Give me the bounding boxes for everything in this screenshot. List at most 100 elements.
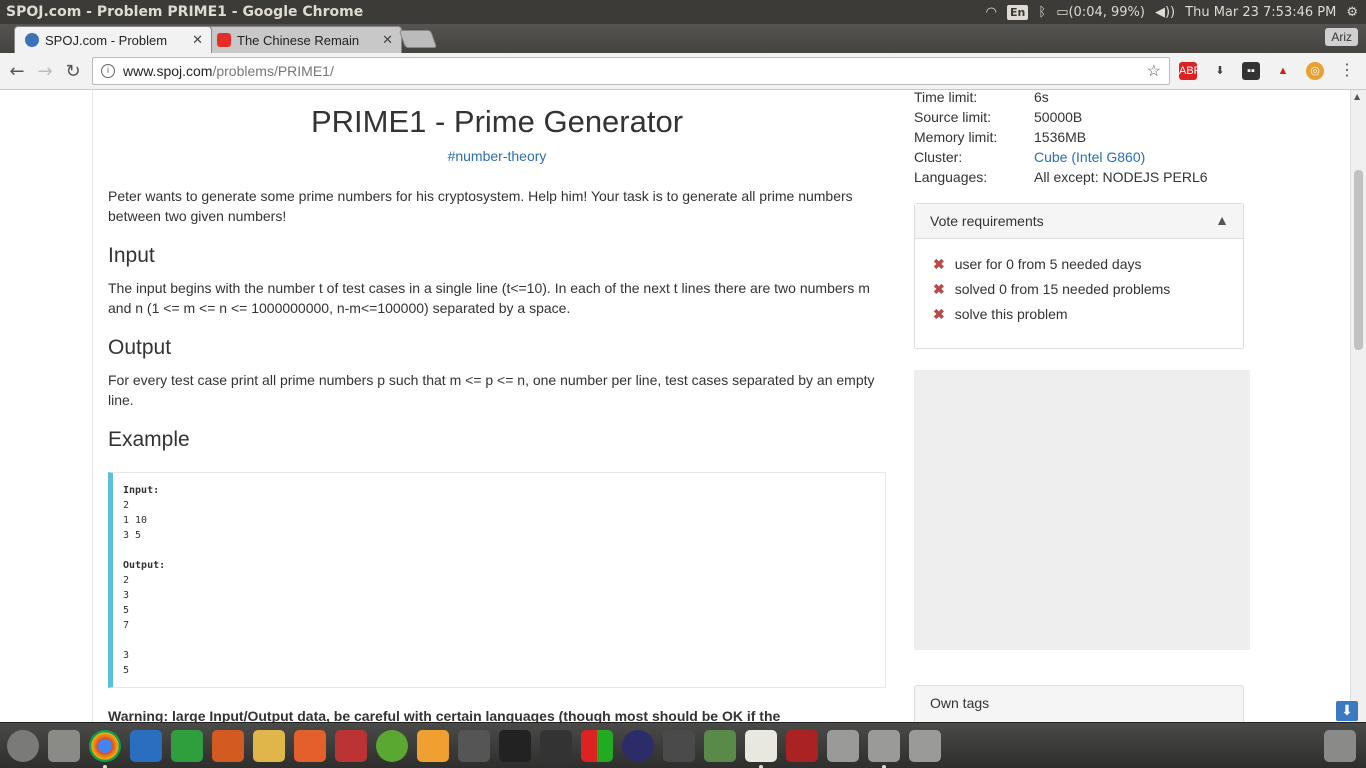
- drive-icon[interactable]: [827, 730, 859, 762]
- example-input-label: Input:: [123, 485, 160, 496]
- input-description: The input begins with the number t of te…: [108, 280, 870, 316]
- trash-icon[interactable]: [1324, 730, 1356, 762]
- meta-value: 6s: [1034, 90, 1049, 105]
- meta-time-limit: Time limit: 6s: [914, 90, 1049, 105]
- meta-value: 50000B: [1034, 109, 1083, 125]
- tampermonkey-extension-icon[interactable]: ▪▪: [1242, 62, 1260, 80]
- problem-intro: Peter wants to generate some prime numbe…: [108, 188, 853, 224]
- back-arrow-icon[interactable]: ←: [6, 61, 28, 82]
- ad-placeholder: [914, 370, 1250, 650]
- meta-memory-limit: Memory limit: 1536MB: [914, 129, 1086, 145]
- download-arrow-icon[interactable]: ⬇: [1336, 701, 1358, 721]
- input-heading: Input: [108, 244, 155, 267]
- page-scrollbar[interactable]: ▲: [1350, 90, 1366, 722]
- adblock-extension-icon[interactable]: ABP: [1179, 62, 1201, 80]
- mqtt-app-icon[interactable]: [704, 730, 736, 762]
- calculator-icon[interactable]: [458, 730, 490, 762]
- vote-item-text: user for 0 from 5 needed days: [954, 256, 1142, 272]
- meta-value: All except: NODEJS PERL6: [1034, 169, 1208, 185]
- text-editor-icon[interactable]: [745, 730, 777, 762]
- vote-panel-header: Vote requirements ▲: [915, 204, 1243, 239]
- tag-link[interactable]: #number-theory: [93, 148, 901, 164]
- settings-gear-icon[interactable]: ⚙: [1346, 5, 1358, 20]
- problem-content: PRIME1 - Prime Generator #number-theory …: [92, 90, 900, 722]
- forward-arrow-icon[interactable]: →: [34, 61, 56, 82]
- output-description: For every test case print all prime numb…: [108, 372, 875, 408]
- warning-triangle-icon: ▲: [1215, 212, 1229, 228]
- software-center-icon[interactable]: [294, 730, 326, 762]
- scroll-thumb[interactable]: [1354, 170, 1363, 350]
- chrome-icon[interactable]: [89, 730, 121, 762]
- meta-cluster: Cluster: Cube (Intel G860): [914, 149, 1145, 165]
- problem-title: PRIME1 - Prime Generator: [310, 104, 684, 139]
- reload-icon[interactable]: ↻: [62, 61, 84, 82]
- sublime-text-icon[interactable]: [663, 730, 695, 762]
- meta-label: Time limit:: [914, 90, 978, 105]
- meta-source-limit: Source limit: 50000B: [914, 109, 1082, 125]
- tab-strip: SPOJ.com - Problem ✕ The Chinese Remain …: [0, 24, 1366, 53]
- os-top-panel: SPOJ.com - Problem PRIME1 - Google Chrom…: [0, 0, 1366, 24]
- tab-spoj[interactable]: SPOJ.com - Problem ✕: [14, 26, 212, 53]
- indicator-area: ◠ En ᛒ ▭(0:04, 99%) ◀)) Thu Mar 23 7:53:…: [986, 4, 1366, 20]
- launcher-dock: [0, 722, 1366, 768]
- impress-icon[interactable]: [212, 730, 244, 762]
- vote-title: Vote requirements: [930, 213, 1044, 229]
- close-icon[interactable]: ✕: [192, 32, 203, 48]
- drive-icon[interactable]: [868, 730, 900, 762]
- vote-item-text: solved 0 from 15 needed problems: [954, 281, 1171, 297]
- files-icon[interactable]: [48, 730, 80, 762]
- dash-home-icon[interactable]: [7, 730, 39, 762]
- virtualbox-icon[interactable]: [417, 730, 449, 762]
- example-block: Input: 2 1 10 3 5 Output: 2 3 5 7 3 5: [108, 472, 886, 688]
- youtube-favicon-icon: [217, 33, 231, 47]
- example-heading: Example: [108, 428, 190, 451]
- eclipse-icon[interactable]: [622, 730, 654, 762]
- system-settings-icon[interactable]: [335, 730, 367, 762]
- menu-kebab-icon[interactable]: ⋮: [1338, 62, 1356, 80]
- bookmark-star-icon[interactable]: ☆: [1147, 61, 1161, 81]
- cross-icon: ✖: [933, 256, 945, 272]
- scroll-up-arrow-icon[interactable]: ▲: [1354, 92, 1360, 101]
- wifi-icon[interactable]: ◠: [986, 5, 997, 20]
- volume-icon[interactable]: ◀)): [1155, 5, 1175, 20]
- own-tags-panel: Own tags: [914, 685, 1244, 722]
- example-output-label: Output:: [123, 560, 166, 571]
- system-monitor-icon[interactable]: [540, 730, 572, 762]
- profile-button[interactable]: Ariz: [1325, 28, 1358, 46]
- warning-text: Warning: large Input/Output data, be car…: [108, 708, 781, 722]
- meta-languages: Languages: All except: NODEJS PERL6: [914, 169, 1208, 185]
- close-icon[interactable]: ✕: [382, 32, 393, 48]
- sd-card-icon[interactable]: [786, 730, 818, 762]
- battery-indicator[interactable]: ▭(0:04, 99%): [1056, 5, 1145, 20]
- bluetooth-icon[interactable]: ᛒ: [1038, 5, 1046, 20]
- image-viewer-icon[interactable]: [253, 730, 285, 762]
- address-bar[interactable]: i www.spoj.com/problems/PRIME1/ ☆: [92, 57, 1170, 85]
- tab-label: SPOJ.com - Problem: [45, 32, 168, 48]
- example-output: 2 3 5 7 3 5: [123, 575, 130, 676]
- cross-icon: ✖: [933, 281, 945, 297]
- unity-tweak-icon[interactable]: [376, 730, 408, 762]
- tab-label: The Chinese Remain: [237, 32, 360, 48]
- info-icon[interactable]: i: [101, 64, 115, 78]
- vote-item: ✖ user for 0 from 5 needed days: [933, 256, 1142, 273]
- app-launcher-icon[interactable]: [581, 730, 613, 762]
- terminal-icon[interactable]: [499, 730, 531, 762]
- meta-value: 1536MB: [1034, 129, 1087, 145]
- url-path: /problems/PRIME1/: [212, 63, 334, 79]
- drive-icon[interactable]: [909, 730, 941, 762]
- clock[interactable]: Thu Mar 23 7:53:46 PM: [1185, 5, 1336, 20]
- example-input: 2 1 10 3 5: [123, 500, 148, 541]
- meta-label: Source limit:: [914, 109, 992, 125]
- download-extension-icon[interactable]: ⬇: [1211, 62, 1229, 80]
- extension-icon[interactable]: ▲: [1274, 62, 1292, 80]
- spoj-favicon-icon: [25, 33, 39, 47]
- tab-youtube[interactable]: The Chinese Remain ✕: [206, 26, 402, 53]
- cluster-link[interactable]: Cube (Intel G860): [1034, 149, 1145, 165]
- browser-toolbar: ← → ↻ i www.spoj.com/problems/PRIME1/ ☆ …: [0, 53, 1366, 90]
- keyboard-indicator[interactable]: En: [1007, 4, 1029, 20]
- new-tab-button[interactable]: [398, 30, 438, 48]
- writer-icon[interactable]: [130, 730, 162, 762]
- own-tags-title: Own tags: [930, 695, 990, 711]
- calc-icon[interactable]: [171, 730, 203, 762]
- extension-circle-icon[interactable]: ◎: [1306, 62, 1324, 80]
